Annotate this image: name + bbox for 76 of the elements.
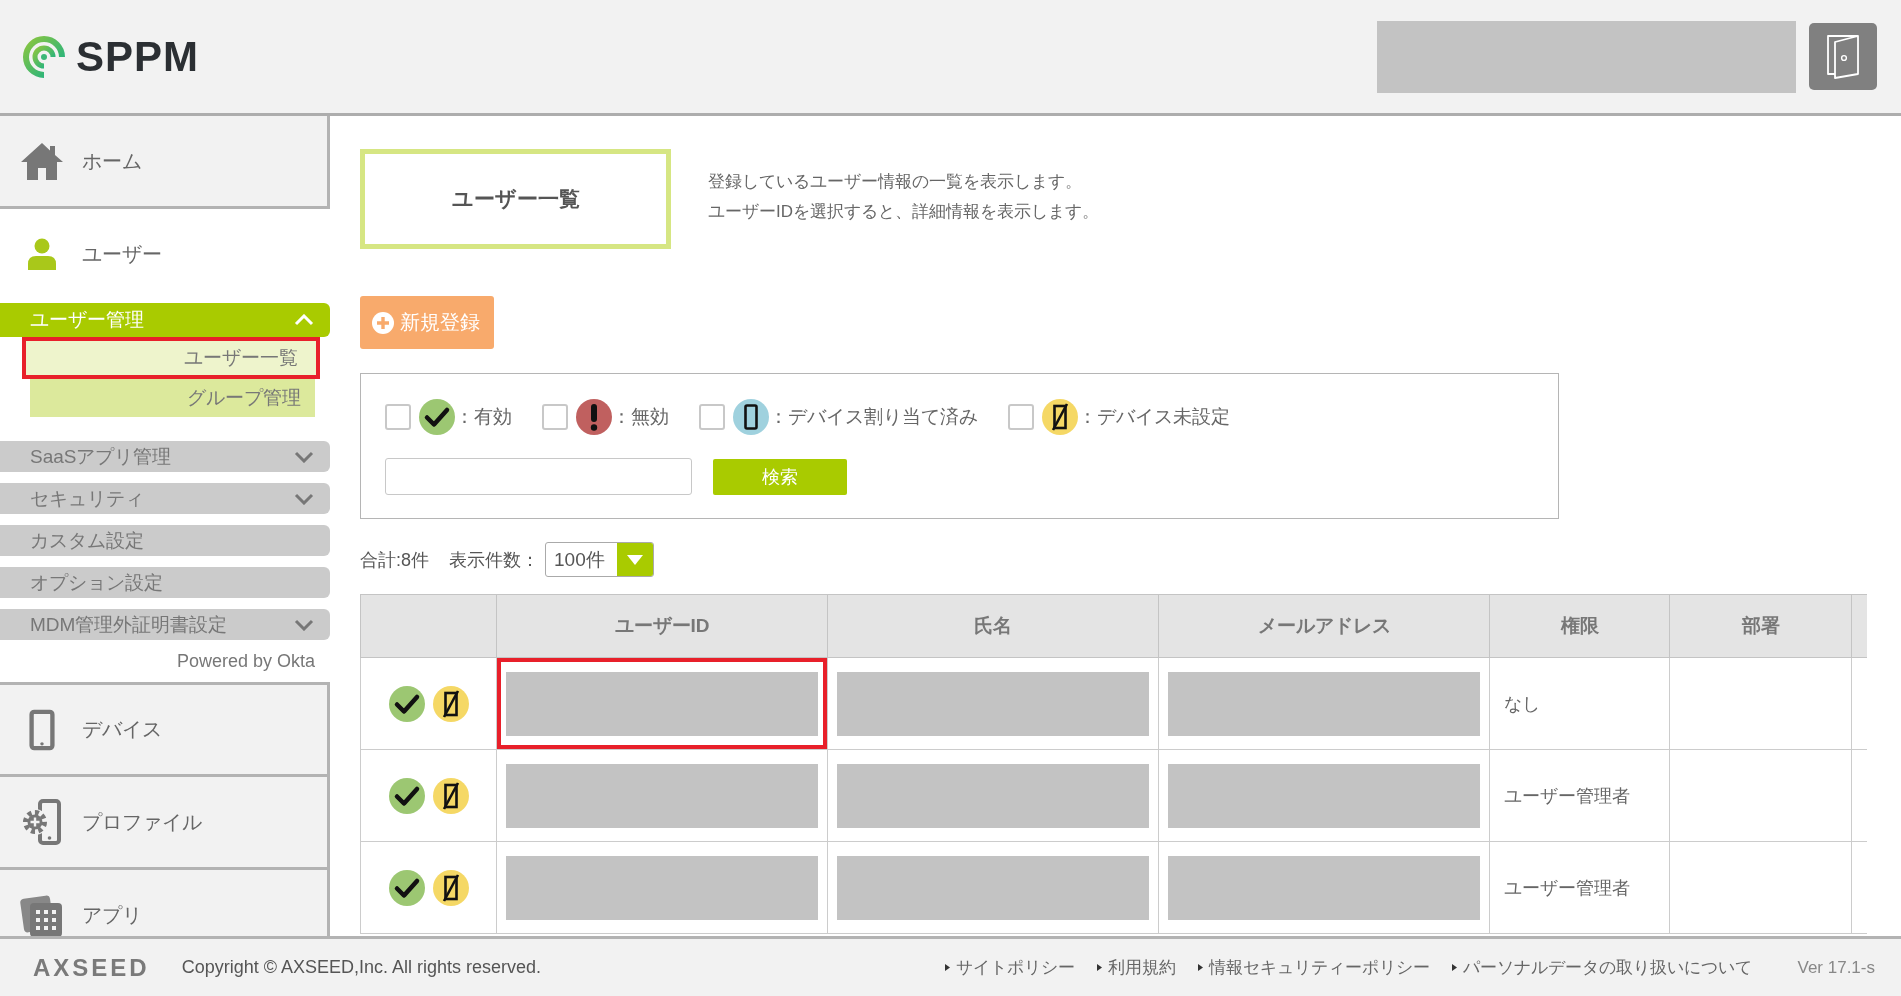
role-cell: ユーザー管理者 xyxy=(1489,749,1670,842)
nav-item[interactable]: プロファイル xyxy=(0,777,330,870)
description-text: 登録しているユーザー情報の一覧を表示します。 xyxy=(708,171,1083,193)
role-cell: ユーザー管理者 xyxy=(1489,841,1670,934)
logo-icon xyxy=(22,34,66,79)
door-icon xyxy=(1826,33,1860,80)
column-header[interactable]: メールアドレス xyxy=(1158,594,1490,658)
page-size-label: 表示件数： xyxy=(449,548,539,572)
triangle-icon xyxy=(1197,964,1203,971)
checkbox[interactable] xyxy=(1008,404,1034,430)
crossed-phone-icon xyxy=(432,869,469,906)
submenu-item[interactable]: グループ管理 xyxy=(30,379,315,417)
filter-label: ：有効 xyxy=(455,405,512,429)
menu-item[interactable]: セキュリティ xyxy=(0,483,330,514)
footer-link[interactable]: 利用規約 xyxy=(1096,956,1176,979)
powered-by-text: Powered by Okta xyxy=(175,650,316,673)
user-id-cell[interactable] xyxy=(496,749,828,842)
copyright-text: Copyright © AXSEED,Inc. All rights reserved. xyxy=(181,957,542,978)
chevron-icon xyxy=(294,450,314,463)
menu-item[interactable]: MDM管理外証明書設定 xyxy=(0,609,330,640)
total-count: 合計:8件 xyxy=(360,548,429,572)
menu-item[interactable]: ユーザー管理 xyxy=(0,303,330,337)
person-icon xyxy=(27,238,57,270)
logo-text: SPPM xyxy=(76,32,200,81)
checkbox[interactable] xyxy=(385,404,411,430)
checkbox[interactable] xyxy=(542,404,568,430)
check-circle-icon xyxy=(388,685,425,722)
filter-label: ：無効 xyxy=(612,405,669,429)
version-text: Ver 17.1-s xyxy=(1797,957,1875,978)
phone-gear-icon xyxy=(22,799,62,845)
chevron-icon xyxy=(294,492,314,505)
column-header[interactable]: 権限 xyxy=(1489,594,1670,658)
nav-item[interactable]: デバイス xyxy=(0,682,330,777)
crossed-phone-icon xyxy=(1042,399,1078,435)
triangle-icon xyxy=(1451,964,1457,971)
filter-label: ：デバイス割り当て済み xyxy=(769,405,978,429)
crossed-phone-icon xyxy=(432,685,469,722)
chevron-icon xyxy=(294,314,314,326)
role-cell: なし xyxy=(1489,657,1670,750)
menu-item[interactable]: SaaSアプリ管理 xyxy=(0,441,330,472)
new-registration-button[interactable]: 新規登録 xyxy=(360,296,494,349)
chevron-icon xyxy=(294,618,314,631)
triangle-icon xyxy=(1096,964,1102,971)
phone-circle-icon xyxy=(733,399,769,435)
home-icon xyxy=(20,141,64,181)
column-header[interactable]: 部署 xyxy=(1669,594,1852,658)
footer-link[interactable]: パーソナルデータの取り扱いについて xyxy=(1451,956,1752,979)
checkbox[interactable] xyxy=(699,404,725,430)
menu-item[interactable]: カスタム設定 xyxy=(0,525,330,556)
footer-link[interactable]: 情報セキュリティーポリシー xyxy=(1197,956,1430,979)
page-size-select[interactable]: 100件 xyxy=(545,542,654,577)
column-header[interactable]: 氏名 xyxy=(827,594,1159,658)
footer-link[interactable]: サイトポリシー xyxy=(944,956,1075,979)
menu-item[interactable]: オプション設定 xyxy=(0,567,330,598)
check-circle-icon xyxy=(388,777,425,814)
exclamation-circle-icon xyxy=(576,399,612,435)
user-id-cell[interactable] xyxy=(496,657,828,750)
search-field[interactable] xyxy=(385,458,692,495)
plus-circle-icon xyxy=(372,311,394,334)
footer-logo: AXSEED xyxy=(33,953,150,982)
search-button[interactable]: 検索 xyxy=(713,458,847,495)
description-text: ユーザーIDを選択すると、詳細情報を表示します。 xyxy=(708,201,1099,223)
page-title: ユーザー一覧 xyxy=(360,149,671,249)
submenu-item[interactable]: ユーザー一覧 xyxy=(22,337,320,379)
logout-button[interactable] xyxy=(1809,23,1877,90)
check-circle-icon xyxy=(419,399,455,435)
triangle-icon xyxy=(944,964,950,971)
smartphone-icon xyxy=(29,707,55,752)
nav-item[interactable]: アプリ xyxy=(0,870,330,936)
crossed-phone-icon xyxy=(432,777,469,814)
filter-label: ：デバイス未設定 xyxy=(1078,405,1230,429)
user-id-cell[interactable] xyxy=(496,841,828,934)
check-circle-icon xyxy=(388,869,425,906)
nav-item[interactable]: ホーム xyxy=(0,116,330,209)
column-header[interactable]: ユーザーID xyxy=(496,594,828,658)
caret-icon xyxy=(617,543,653,576)
